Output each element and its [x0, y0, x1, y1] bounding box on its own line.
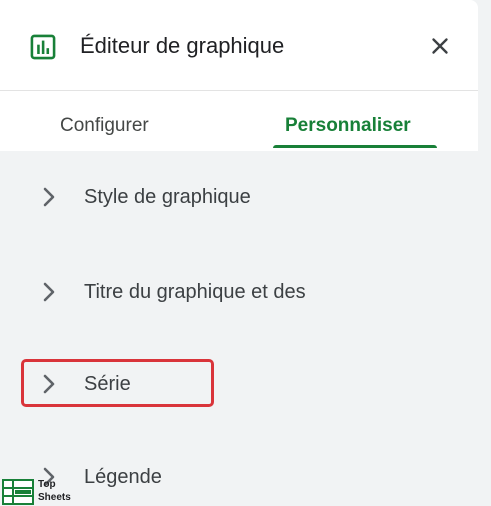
tab-configure[interactable]: Configurer — [60, 113, 149, 139]
chevron-right-icon — [43, 282, 55, 302]
chart-editor-header: Éditeur de graphique — [0, 0, 478, 90]
section-chart-style[interactable]: Style de graphique — [0, 162, 478, 232]
active-tab-indicator — [273, 145, 437, 148]
watermark-line-1: Top — [38, 479, 56, 490]
section-label: Titre du graphique et des — [84, 281, 306, 303]
tab-customize[interactable]: Personnaliser — [285, 113, 411, 139]
chart-icon — [30, 34, 56, 60]
section-label: Style de graphique — [84, 186, 251, 208]
highlight-annotation-box — [21, 359, 214, 407]
close-icon[interactable] — [427, 33, 453, 59]
watermark-text: Top Sheets — [38, 478, 71, 504]
watermark-line-2: Sheets — [38, 492, 71, 503]
chart-editor-panel: Éditeur de graphique Configurer Personna… — [0, 0, 491, 506]
chart-editor-title: Éditeur de graphique — [80, 33, 285, 58]
section-label: Légende — [84, 466, 162, 488]
spreadsheet-logo-icon — [2, 479, 34, 505]
watermark-logo: Top Sheets — [0, 476, 80, 506]
editor-tabs: Configurer Personnaliser — [0, 91, 478, 151]
section-chart-axis-titles[interactable]: Titre du graphique et des — [0, 257, 478, 327]
chevron-right-icon — [43, 187, 55, 207]
